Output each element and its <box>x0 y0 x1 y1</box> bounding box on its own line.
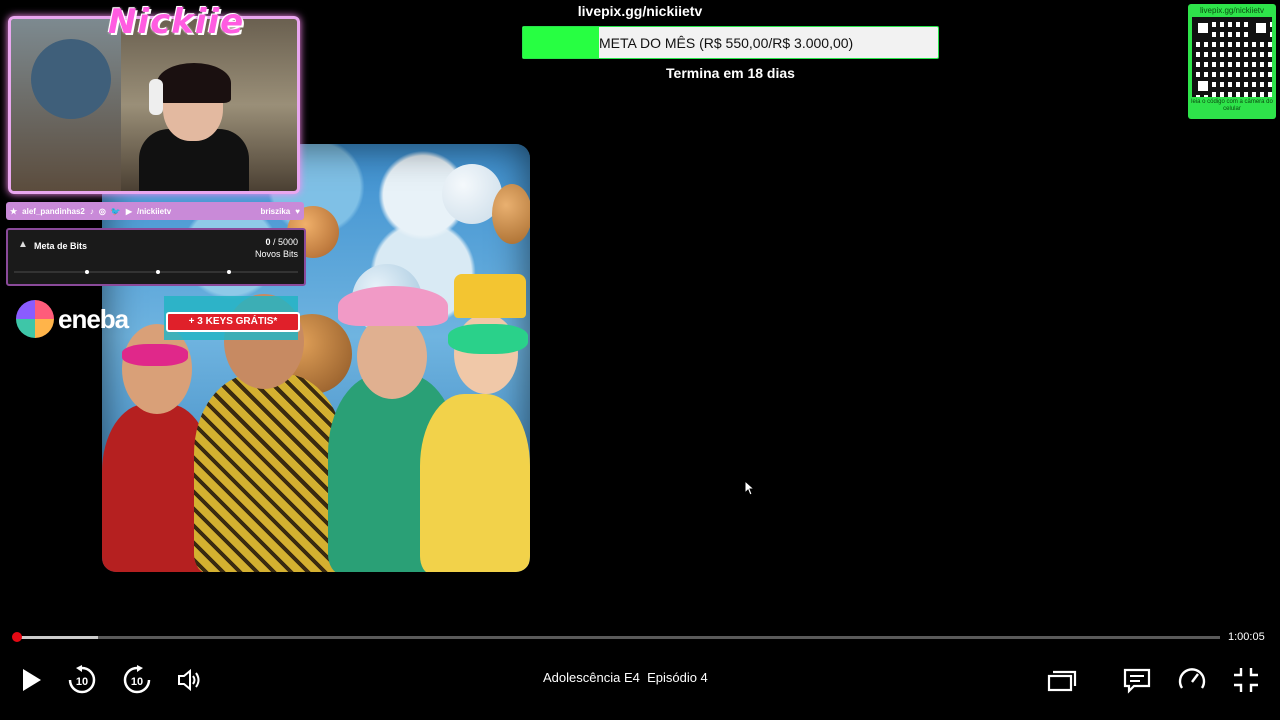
bits-milestone <box>227 270 231 274</box>
speed-icon <box>1178 668 1206 689</box>
bits-progress-track <box>14 270 298 274</box>
twitter-icon: 🐦 <box>110 206 121 216</box>
donation-goal-ends: Termina em 18 dias <box>666 65 795 81</box>
bits-milestone <box>85 270 89 274</box>
pink-glasses <box>122 344 188 366</box>
star-icon: ★ <box>10 206 18 216</box>
show-title: Adolescência E4 <box>543 670 640 685</box>
volume-button[interactable] <box>171 662 207 698</box>
bits-goal-title: Meta de Bits <box>34 241 88 251</box>
webcam-feed <box>8 16 300 194</box>
donation-goal-fill <box>523 27 599 58</box>
sponsor-logo: eneba <box>16 300 129 338</box>
person-right <box>420 394 530 572</box>
crown <box>454 274 526 318</box>
heart-icon: ♥ <box>295 206 300 216</box>
social-right-handle: briszika <box>260 206 291 216</box>
rewind-10-icon: 10 <box>68 665 96 694</box>
rewind-10-button[interactable]: 10 <box>64 662 100 698</box>
balloon <box>492 184 530 244</box>
svg-text:10: 10 <box>76 676 88 688</box>
person-center-right-head <box>357 314 427 399</box>
forward-10-icon: 10 <box>123 665 151 694</box>
subtitles-icon <box>1123 668 1151 694</box>
instagram-icon: ◎ <box>98 206 106 216</box>
bits-goal-count: 0 / 5000 Novos Bits <box>255 236 298 260</box>
youtube-icon: ▶ <box>125 206 132 216</box>
tiktok-icon: ♪ <box>89 206 94 216</box>
bits-total: / 5000 <box>272 237 298 247</box>
bits-goal-panel: ▲ Meta de Bits 0 / 5000 Novos Bits <box>6 228 306 286</box>
sponsor-name: eneba <box>58 303 129 334</box>
qr-url: livepix.gg/nickiietv <box>1199 6 1265 15</box>
mouse-cursor-icon <box>744 480 756 496</box>
person-center-left <box>194 374 344 572</box>
episodes-button[interactable] <box>1044 662 1080 698</box>
play-icon <box>23 669 41 691</box>
qr-panel: livepix.gg/nickiietv leia o código com a… <box>1188 4 1276 119</box>
remaining-time: 1:00:05 <box>1228 631 1265 643</box>
pink-hat <box>338 286 448 326</box>
seek-bar-fill <box>16 636 98 639</box>
social-channel: /nickiietv <box>136 206 172 216</box>
exit-fullscreen-button[interactable] <box>1228 662 1264 698</box>
social-left-handle: alef_pandinhas2 <box>22 206 85 216</box>
bits-icon: ▲ <box>18 239 28 250</box>
donation-url: livepix.gg/nickiietv <box>577 3 703 19</box>
qr-code <box>1192 17 1272 97</box>
qr-hint: leia o código com a câmera do celular <box>1191 99 1273 112</box>
bits-milestone <box>156 270 160 274</box>
episodes-icon <box>1047 670 1077 692</box>
bits-subtitle: Novos Bits <box>254 249 298 259</box>
eneba-logo-icon <box>16 300 54 338</box>
svg-text:10: 10 <box>131 676 143 688</box>
donation-goal-label: META DO MÊS (R$ 550,00/R$ 3.000,00) <box>599 35 854 51</box>
social-bar: ★ alef_pandinhas2 ♪ ◎ 🐦 ▶ /nickiietv bri… <box>6 202 304 220</box>
play-button[interactable] <box>12 662 48 698</box>
forward-10-button[interactable]: 10 <box>119 662 155 698</box>
speed-button[interactable] <box>1174 662 1210 698</box>
volume-icon <box>178 668 200 692</box>
episode-label: Episódio 4 <box>647 670 708 685</box>
green-glasses <box>448 324 528 354</box>
exit-fullscreen-icon <box>1234 668 1258 692</box>
seek-bar[interactable] <box>12 632 1220 642</box>
bits-current: 0 <box>265 237 271 247</box>
seek-knob[interactable] <box>12 632 22 642</box>
sponsor-badge: + 3 KEYS GRÁTIS* <box>166 312 300 332</box>
subtitles-button[interactable] <box>1119 662 1155 698</box>
donation-goal-bar: META DO MÊS (R$ 550,00/R$ 3.000,00) <box>522 26 939 59</box>
episode-title: Adolescência E4 Episódio 4 <box>543 670 708 685</box>
